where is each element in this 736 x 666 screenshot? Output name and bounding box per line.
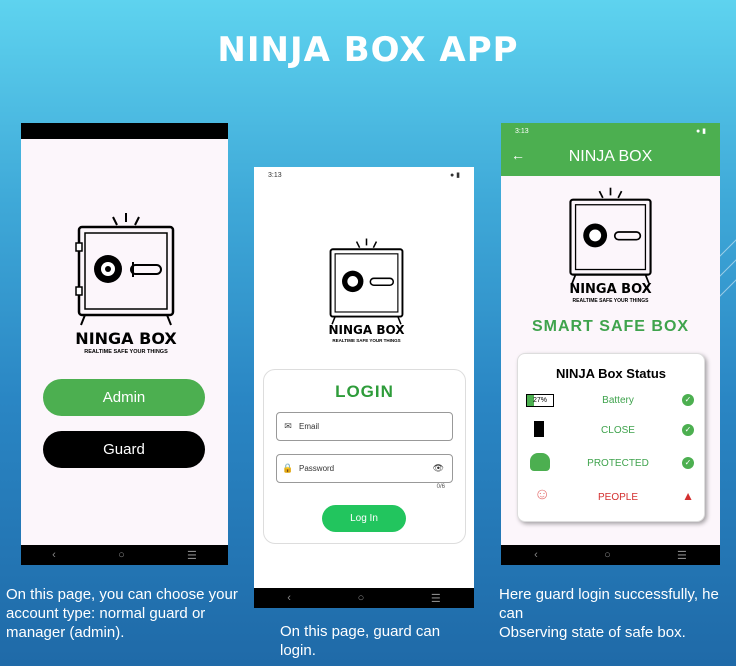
battery-label: Battery	[602, 395, 634, 406]
battery-icon: 27%	[526, 394, 554, 407]
logo-brand: NINGA BOX	[569, 282, 652, 297]
visibility-off-icon[interactable]: 👁	[433, 463, 444, 474]
recents-icon[interactable]: ☰	[677, 549, 687, 562]
back-icon[interactable]: ‹	[534, 549, 538, 561]
status-row-protection: PROTECTED ✓	[518, 450, 704, 480]
status-bar	[21, 123, 228, 139]
check-icon: ✓	[682, 394, 694, 406]
appbar-title: NINJA BOX	[568, 148, 653, 165]
status-time: 3:13	[515, 127, 529, 135]
protection-label: PROTECTED	[587, 458, 649, 469]
safe-logo: NINGA BOX REALTIME SAFE YOUR THINGS	[563, 186, 658, 311]
door-icon	[534, 421, 544, 437]
login-button[interactable]: Log In	[322, 505, 406, 532]
safe-icon	[329, 238, 404, 325]
status-row-battery: 27% Battery ✓	[518, 387, 704, 417]
status-bar: 3:13 ● ▮	[254, 167, 474, 183]
caption-login: On this page, guard can login.	[280, 623, 441, 659]
back-icon[interactable]: ‹	[52, 549, 56, 561]
nav-bar: ‹ ○ ☰	[254, 588, 474, 608]
caption-account-type: On this page, you can choose your accoun…	[6, 586, 238, 641]
logo-tagline: REALTIME SAFE YOUR THINGS	[332, 338, 401, 343]
nav-bar: ‹ ○ ☰	[21, 545, 228, 565]
phone-screen-account-type: NINGA BOX REALTIME SAFE YOUR THINGS Admi…	[21, 123, 228, 565]
login-title: LOGIN	[335, 382, 394, 401]
status-row-door: CLOSE ✓	[518, 417, 704, 447]
recents-icon[interactable]: ☰	[431, 592, 441, 605]
admin-button[interactable]: Admin	[43, 379, 205, 416]
password-placeholder: Password	[299, 464, 335, 473]
page-title: NINJA BOX APP	[217, 30, 519, 70]
nav-bar: ‹ ○ ☰	[501, 545, 720, 565]
logo-tagline: REALTIME SAFE YOUR THINGS	[572, 298, 649, 304]
logo-brand: NINGA BOX	[328, 323, 405, 337]
recents-icon[interactable]: ☰	[187, 549, 197, 562]
status-row-people: ☺ PEOPLE ▲	[518, 484, 704, 514]
person-icon: ☺	[534, 486, 551, 503]
status-bar: 3:13 ● ▮	[501, 123, 720, 139]
status-time: 3:13	[268, 171, 282, 179]
safe-icon	[75, 213, 175, 326]
spy-icon	[530, 453, 550, 471]
email-field[interactable]: ✉ Email	[276, 412, 453, 441]
home-icon[interactable]: ○	[358, 592, 365, 604]
status-icons: ● ▮	[449, 172, 460, 179]
home-icon[interactable]: ○	[604, 549, 611, 561]
status-card-title: NINJA Box Status	[555, 366, 667, 381]
logo-tagline: REALTIME SAFE YOUR THINGS	[84, 349, 168, 355]
back-icon[interactable]: ‹	[287, 592, 291, 604]
warning-icon: ▲	[682, 489, 694, 503]
people-label: PEOPLE	[597, 492, 639, 503]
email-placeholder: Email	[299, 422, 320, 431]
door-label: CLOSE	[601, 425, 635, 436]
lock-icon: 🔒	[282, 463, 294, 473]
status-icons: ● ▮	[695, 128, 706, 135]
app-bar: 3:13 ● ▮ ← NINJA BOX	[501, 123, 720, 176]
home-icon[interactable]: ○	[118, 549, 125, 561]
guard-button[interactable]: Guard	[43, 431, 205, 468]
mail-icon: ✉	[284, 421, 292, 431]
safe-icon	[569, 187, 652, 284]
safe-logo: NINGA BOX REALTIME SAFE YOUR THINGS	[324, 237, 409, 347]
status-card: NINJA Box Status 27% Battery ✓ CLOSE ✓ P…	[517, 353, 705, 522]
password-counter: 0/6	[436, 484, 445, 490]
caption-status: Here guard login successfully, he can Ob…	[499, 586, 719, 641]
password-field[interactable]: 🔒 Password 👁	[276, 454, 453, 483]
phone-screen-status: 3:13 ● ▮ ← NINJA BOX NINGA BOX REALTIME …	[501, 123, 720, 565]
login-card: LOGIN ✉ Email 🔒 Password 👁 0/6 Log In	[263, 369, 466, 544]
phone-screen-login: 3:13 ● ▮ NINGA BOX REALTIME SAFE YOUR TH…	[254, 167, 474, 608]
logo-brand: NINGA BOX	[75, 329, 177, 348]
check-icon: ✓	[682, 457, 694, 469]
safe-logo: NINGA BOX REALTIME SAFE YOUR THINGS	[71, 211, 181, 355]
check-icon: ✓	[682, 424, 694, 436]
section-heading: SMART SAFE BOX	[531, 318, 690, 335]
